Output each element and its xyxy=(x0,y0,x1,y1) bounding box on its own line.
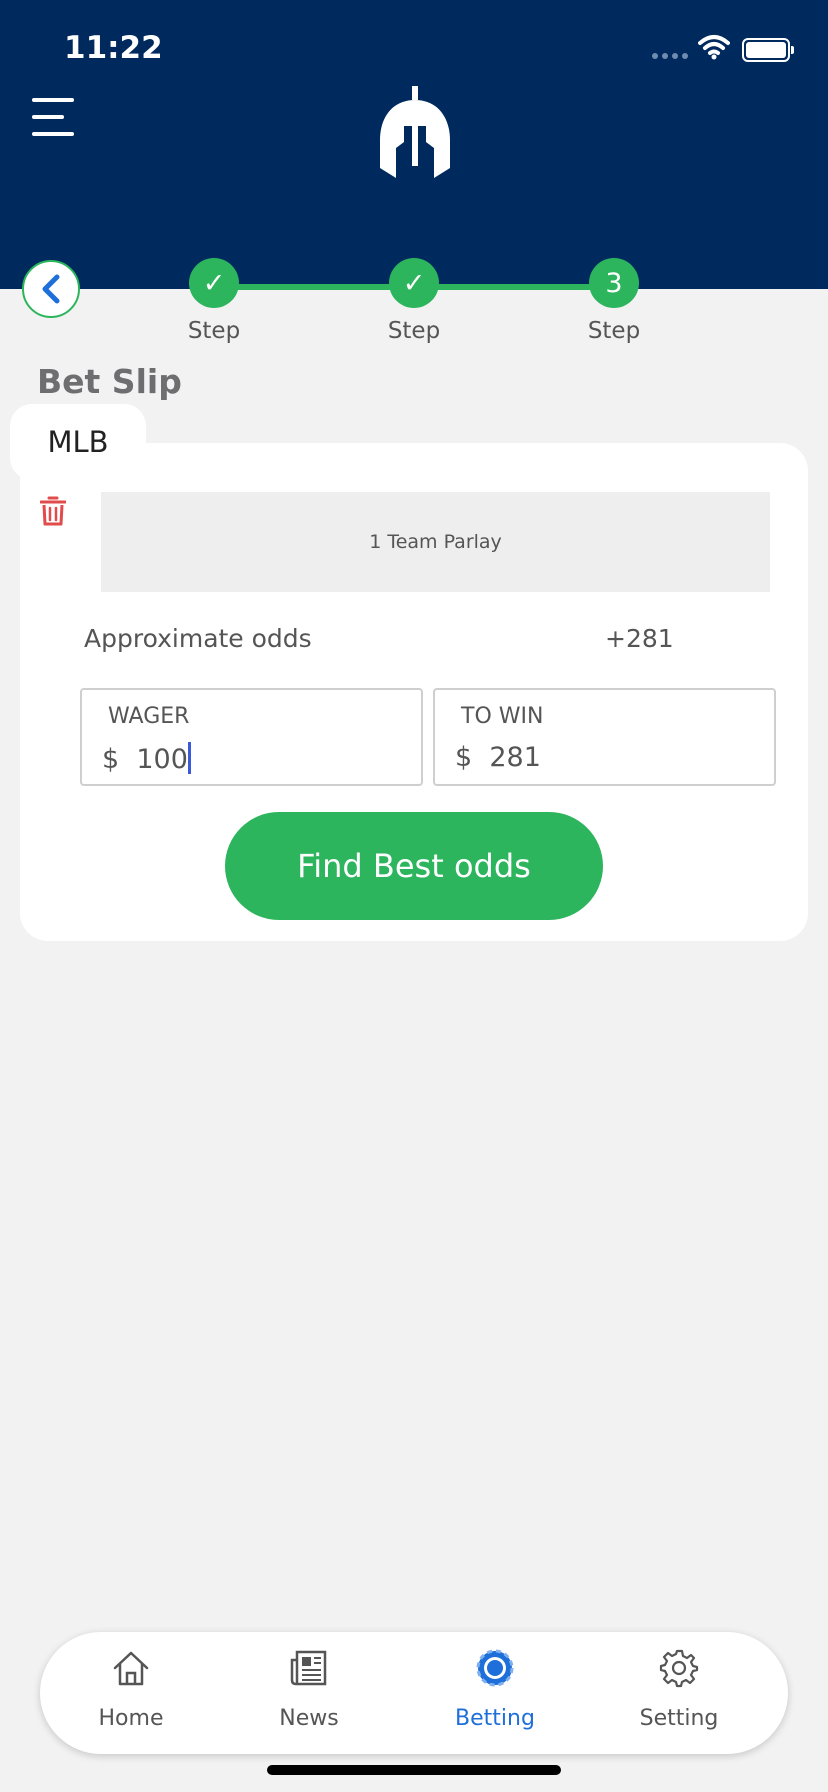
back-button[interactable] xyxy=(22,260,80,318)
cellular-signal-icon xyxy=(652,53,688,59)
wager-input[interactable]: $ 100 xyxy=(102,742,191,775)
tab-setting[interactable]: Setting xyxy=(604,1632,754,1754)
chevron-left-icon xyxy=(42,274,60,304)
to-win-field[interactable]: TO WIN $ 281 xyxy=(433,688,776,786)
wager-field[interactable]: WAGER $ 100 xyxy=(80,688,423,786)
step-2-label: Step xyxy=(387,318,441,344)
bottom-tab-bar: Home News Betting Setting xyxy=(40,1632,788,1754)
step-2-check-icon: ✓ xyxy=(389,258,439,308)
step-1: ✓ Step xyxy=(164,258,264,344)
home-indicator[interactable] xyxy=(267,1765,561,1775)
step-3-label: Step xyxy=(587,318,641,344)
step-3-number: 3 xyxy=(589,258,639,308)
text-cursor xyxy=(187,742,191,774)
battery-icon xyxy=(742,38,794,62)
to-win-currency: $ xyxy=(455,742,473,773)
step-2: ✓ Step xyxy=(364,258,464,344)
parlay-text: 1 Team Parlay xyxy=(369,531,502,553)
to-win-label: TO WIN xyxy=(461,704,544,729)
step-1-check-icon: ✓ xyxy=(189,258,239,308)
league-tab-mlb[interactable]: MLB xyxy=(10,404,146,480)
home-icon xyxy=(113,1651,149,1686)
tab-news-label: News xyxy=(279,1706,339,1731)
tab-home[interactable]: Home xyxy=(56,1632,206,1754)
trash-icon[interactable] xyxy=(40,496,66,526)
tab-betting-label: Betting xyxy=(455,1706,535,1731)
poker-chip-icon xyxy=(476,1649,514,1687)
approximate-odds-value: +281 xyxy=(605,624,674,653)
wager-currency: $ xyxy=(102,744,120,775)
status-time: 11:22 xyxy=(64,30,163,66)
menu-icon[interactable] xyxy=(32,98,74,136)
spartan-helmet-logo-icon xyxy=(380,86,450,178)
page-title: Bet Slip xyxy=(37,362,182,401)
wager-label: WAGER xyxy=(108,704,190,729)
step-1-label: Step xyxy=(187,318,241,344)
tab-home-label: Home xyxy=(98,1706,164,1731)
to-win-value: 281 xyxy=(489,742,541,773)
wifi-icon xyxy=(698,35,730,60)
parlay-summary: 1 Team Parlay xyxy=(101,492,770,592)
find-best-odds-button[interactable]: Find Best odds xyxy=(225,812,603,920)
app-header: 11:22 xyxy=(0,0,828,289)
tab-setting-label: Setting xyxy=(639,1706,719,1731)
to-win-input[interactable]: $ 281 xyxy=(455,742,541,773)
approximate-odds-label: Approximate odds xyxy=(84,624,312,653)
wager-value: 100 xyxy=(136,744,188,775)
tab-betting[interactable]: Betting xyxy=(420,1632,570,1754)
newspaper-icon xyxy=(290,1650,327,1686)
tab-news[interactable]: News xyxy=(234,1632,384,1754)
step-3: 3 Step xyxy=(564,258,664,344)
gear-icon xyxy=(659,1649,699,1688)
